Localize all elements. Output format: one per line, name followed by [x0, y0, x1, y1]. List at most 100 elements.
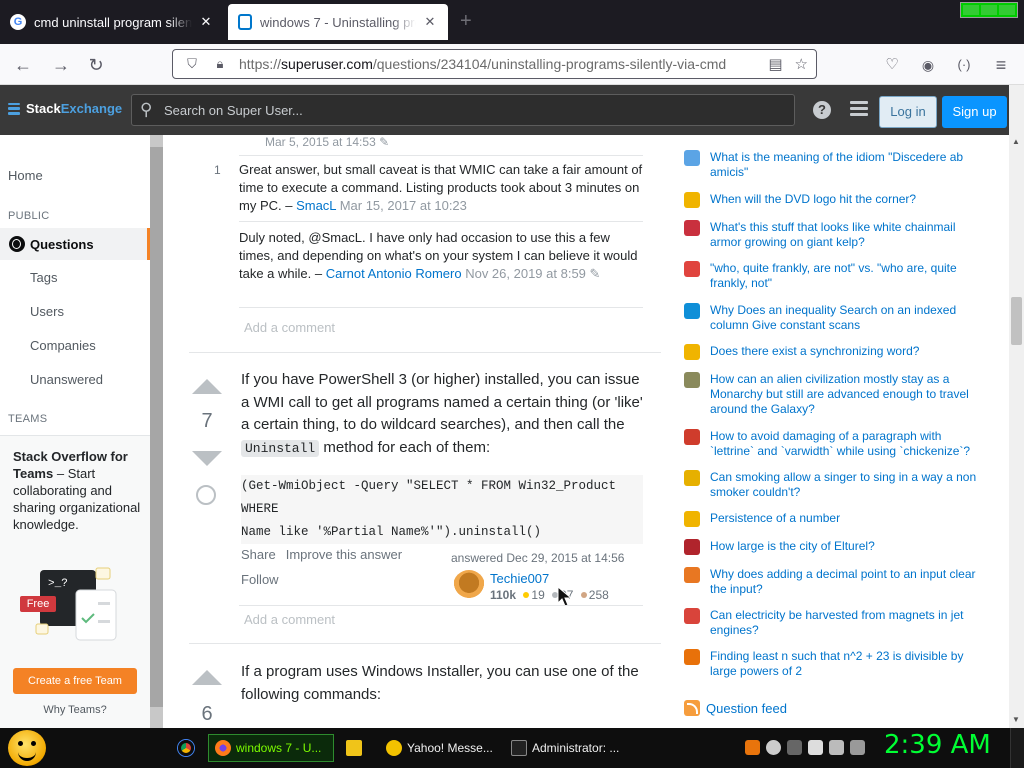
- cast-icon[interactable]: (·): [953, 54, 975, 76]
- user-avatar[interactable]: [453, 570, 485, 602]
- nav-questions[interactable]: Questions: [0, 228, 150, 260]
- stackexchange-logo[interactable]: Stack Exchange: [8, 101, 122, 116]
- svg-text:>_?: >_?: [48, 578, 68, 590]
- add-comment-link[interactable]: Add a comment: [244, 320, 335, 335]
- question-feed-link[interactable]: Question feed: [684, 700, 787, 716]
- comment-carnot: Duly noted, @SmacL. I have only had occa…: [239, 229, 643, 283]
- site-switcher-icon[interactable]: [850, 101, 868, 119]
- page-scrollbar[interactable]: ▲ ▼: [1009, 85, 1024, 728]
- site-icon: [684, 303, 700, 319]
- back-arrow-icon[interactable]: ←: [12, 54, 34, 76]
- hot-question-link[interactable]: How large is the city of Elturel?: [680, 539, 980, 555]
- hot-question-title: What's this stuff that looks like white …: [710, 220, 956, 249]
- show-desktop-button[interactable]: [1010, 728, 1024, 768]
- scrollbar-thumb[interactable]: [1011, 297, 1022, 345]
- new-tab-icon[interactable]: +: [460, 10, 472, 33]
- stackexchange-logo-icon: [8, 102, 20, 115]
- downvote-arrow-icon[interactable]: [192, 451, 222, 466]
- hot-question-link[interactable]: When will the DVD logo hit the corner?: [680, 192, 980, 208]
- comment-author-link[interactable]: Carnot Antonio Romero: [326, 266, 462, 281]
- hot-question-link[interactable]: Can electricity be harvested from magnet…: [680, 608, 980, 638]
- site-search-input[interactable]: ⚲ Search on Super User...: [131, 94, 795, 126]
- nav-home[interactable]: Home: [8, 168, 43, 183]
- nav-companies[interactable]: Companies: [30, 338, 96, 353]
- lock-icon[interactable]: 🔒︎: [211, 56, 229, 72]
- hot-question-link[interactable]: Does there exist a synchronizing word?: [680, 344, 980, 360]
- hot-question-link[interactable]: "who, quite frankly, are not" vs. "who a…: [680, 261, 980, 291]
- taskbar-command-prompt[interactable]: Administrator: ...: [505, 734, 630, 762]
- signup-button[interactable]: Sign up: [942, 96, 1007, 128]
- login-button[interactable]: Log in: [879, 96, 937, 128]
- answer-divider: [189, 352, 661, 353]
- url-bar[interactable]: ⛉ 🔒︎ https://superuser.com/questions/234…: [172, 49, 817, 79]
- taskbar-firefox[interactable]: windows 7 - U...: [208, 734, 334, 762]
- left-sidebar-scrollbar[interactable]: [150, 135, 163, 728]
- comment-date[interactable]: Nov 26, 2019 at 8:59: [465, 266, 586, 281]
- bookmark-star-icon[interactable]: ☆: [795, 55, 808, 73]
- hot-question-link[interactable]: What is the meaning of the idiom "Disced…: [680, 150, 980, 180]
- search-icon[interactable]: [745, 740, 760, 755]
- tracking-shield-icon[interactable]: ⛉: [183, 56, 201, 72]
- reload-icon[interactable]: ↻: [85, 54, 107, 76]
- network-icon[interactable]: [829, 740, 844, 755]
- left-sidebar: Home PUBLIC Questions Tags Users Compani…: [0, 135, 150, 728]
- folder-icon[interactable]: [346, 740, 362, 756]
- nav-users[interactable]: Users: [30, 304, 64, 319]
- improve-answer-link[interactable]: Improve this answer: [286, 547, 402, 562]
- extension-icon[interactable]: ◉: [917, 54, 939, 76]
- nav-section-public: PUBLIC: [8, 210, 50, 222]
- hamburger-menu-icon[interactable]: ≡: [990, 54, 1012, 76]
- scroll-up-arrow-icon[interactable]: ▲: [1012, 137, 1020, 146]
- close-tab-icon[interactable]: ✕: [198, 14, 214, 30]
- hot-question-link[interactable]: Why Does an inequality Search on an inde…: [680, 303, 980, 333]
- hot-question-link[interactable]: Finding least n such that n^2 + 23 is di…: [680, 649, 980, 679]
- bronze-badge-icon: [580, 592, 587, 598]
- tab-superuser[interactable]: windows 7 - Uninstalling progr ✕: [228, 4, 448, 40]
- nav-tags[interactable]: Tags: [30, 270, 57, 285]
- taskbar-label: Administrator: ...: [532, 741, 620, 755]
- reader-view-icon[interactable]: ▤: [768, 55, 782, 73]
- upvote-arrow-icon[interactable]: [192, 379, 222, 394]
- answer-divider: [189, 643, 661, 644]
- add-comment-link[interactable]: Add a comment: [244, 612, 335, 627]
- system-tray: [745, 740, 865, 755]
- hot-question-link[interactable]: Persistence of a number: [680, 511, 980, 527]
- hot-question-link[interactable]: Why does adding a decimal point to an in…: [680, 567, 980, 597]
- site-icon: [684, 344, 700, 360]
- hot-question-link[interactable]: What's this stuff that looks like white …: [680, 220, 980, 250]
- tab-google-search[interactable]: G cmd uninstall program silently ✕: [0, 4, 224, 40]
- upvote-arrow-icon[interactable]: [192, 670, 222, 685]
- hot-question-title: Why Does an inequality Search on an inde…: [710, 303, 957, 332]
- hot-question-link[interactable]: Can smoking allow a singer to sing in a …: [680, 470, 980, 500]
- chrome-icon[interactable]: [178, 740, 194, 756]
- taskbar-yahoo-messenger[interactable]: Yahoo! Messe...: [380, 734, 502, 762]
- follow-link[interactable]: Follow: [241, 572, 279, 587]
- user-name-link[interactable]: Techie007: [490, 571, 549, 586]
- share-link[interactable]: Share: [241, 547, 276, 562]
- comment-date[interactable]: Mar 15, 2017 at 10:23: [340, 198, 467, 213]
- edit-pencil-icon[interactable]: ✎: [379, 135, 389, 149]
- taskbar-clock[interactable]: 2:39 AM: [884, 730, 991, 760]
- hot-question-link[interactable]: How to avoid damaging of a paragraph wit…: [680, 429, 980, 459]
- keyboard-icon[interactable]: [787, 740, 802, 755]
- help-icon[interactable]: ?: [813, 101, 831, 119]
- comment-author-link[interactable]: SmacL: [296, 198, 336, 213]
- nav-unanswered[interactable]: Unanswered: [30, 372, 103, 387]
- browser-navbar: ← → ↻ ⛉ 🔒︎ https://superuser.com/questio…: [0, 44, 1024, 85]
- close-tab-icon[interactable]: ✕: [422, 14, 438, 30]
- code-block: (Get-WmiObject -Query "SELECT * FROM Win…: [241, 475, 643, 544]
- volume-icon[interactable]: [850, 740, 865, 755]
- create-free-team-button[interactable]: Create a free Team: [13, 668, 137, 694]
- why-teams-link[interactable]: Why Teams?: [0, 704, 150, 716]
- question-feed-label: Question feed: [706, 700, 787, 716]
- reputation-score: 110k: [490, 588, 517, 602]
- pocket-icon[interactable]: ♡: [881, 54, 903, 76]
- scroll-down-arrow-icon[interactable]: ▼: [1012, 715, 1020, 724]
- history-icon[interactable]: [196, 485, 216, 505]
- status-icon[interactable]: [766, 740, 781, 755]
- edit-pencil-icon[interactable]: ✎: [590, 266, 601, 281]
- start-button-icon[interactable]: [8, 730, 46, 766]
- action-center-flag-icon[interactable]: [808, 740, 823, 755]
- hot-question-link[interactable]: How can an alien civilization mostly sta…: [680, 372, 980, 417]
- forward-arrow-icon[interactable]: →: [50, 54, 72, 76]
